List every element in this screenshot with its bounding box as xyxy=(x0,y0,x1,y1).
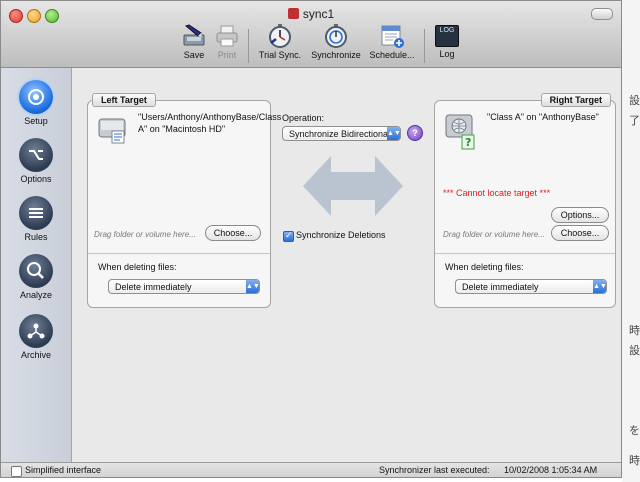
printer-icon xyxy=(216,25,238,47)
desktop-glyph: 時 xyxy=(629,455,640,467)
right-divider xyxy=(435,253,615,254)
main-panel: Left Target "Users/Anthony/AnthonyBase/C… xyxy=(72,68,621,462)
sync-deletions-checkbox[interactable] xyxy=(283,230,294,242)
left-target-path: "Users/Anthony/AnthonyBase/Class A" on "… xyxy=(138,112,282,134)
magnifier-icon xyxy=(19,254,53,288)
right-deleting-label: When deleting files: xyxy=(445,262,524,272)
save-label: Save xyxy=(183,50,205,60)
right-target-tab: Right Target xyxy=(540,93,611,107)
log-label: Log xyxy=(439,49,455,59)
sync-stopwatch-icon xyxy=(325,24,347,48)
hard-drive-icon xyxy=(98,118,126,144)
log-button[interactable]: LOG Log xyxy=(432,23,462,65)
synchronize-button[interactable]: Synchronize xyxy=(307,23,365,65)
log-icon-text: LOG xyxy=(439,27,455,34)
desktop-glyph: を xyxy=(629,425,640,437)
operation-label: Operation: xyxy=(282,113,325,123)
desktop-glyph: 時 xyxy=(629,325,640,337)
bidirectional-arrow-icon xyxy=(303,156,403,216)
operation-select[interactable]: Synchronize Bidirectional ▲▼ xyxy=(282,126,401,141)
print-button[interactable]: Print xyxy=(213,23,241,65)
chevron-updown-icon: ▲▼ xyxy=(387,127,400,140)
left-deleting-label: When deleting files: xyxy=(98,262,177,272)
document-icon xyxy=(287,8,299,19)
trial-sync-label: Trial Sync. xyxy=(258,50,302,60)
desktop-glyph: 設 xyxy=(629,95,640,107)
help-button[interactable]: ? xyxy=(407,125,423,141)
chevron-updown-icon: ▲▼ xyxy=(246,280,259,293)
sidebar-item-label: Analyze xyxy=(19,290,53,300)
rules-icon xyxy=(19,196,53,230)
options-icon xyxy=(19,138,53,172)
sidebar-item-options[interactable]: Options xyxy=(1,138,71,184)
help-icon: ? xyxy=(412,128,418,138)
sidebar-item-label: Options xyxy=(20,174,52,184)
toolbar: sync1 Save Print Trial Sync. Synchronize… xyxy=(1,1,621,68)
toolbar-separator xyxy=(248,29,249,63)
sync-deletions-label: Synchronize Deletions xyxy=(296,230,386,240)
left-deleting-select[interactable]: Delete immediately ▲▼ xyxy=(108,279,260,294)
toolbar-separator xyxy=(424,29,425,63)
sidebar-item-setup[interactable]: Setup xyxy=(1,80,71,126)
desktop-background: 設 了 時 設 を 時 xyxy=(622,0,640,482)
stopwatch-icon xyxy=(269,24,291,48)
sidebar: Setup Options Rules Analyze Archive xyxy=(1,68,72,462)
schedule-label: Schedule... xyxy=(369,50,415,60)
archive-icon xyxy=(19,314,53,348)
setup-icon xyxy=(19,80,53,114)
operation-value: Synchronize Bidirectional xyxy=(289,129,391,139)
right-target-path: "Class A" on "AnthonyBase" xyxy=(487,112,599,122)
left-drag-hint: Drag folder or volume here... xyxy=(94,230,196,239)
app-window: sync1 Save Print Trial Sync. Synchronize… xyxy=(0,0,622,478)
right-deleting-select[interactable]: Delete immediately ▲▼ xyxy=(455,279,607,294)
desktop-glyph: 設 xyxy=(629,345,640,357)
left-target-panel: Left Target "Users/Anthony/AnthonyBase/C… xyxy=(87,93,282,308)
sidebar-item-label: Setup xyxy=(24,116,48,126)
last-executed-label: Synchronizer last executed: xyxy=(379,465,490,475)
log-icon: LOG xyxy=(435,25,459,47)
network-volume-icon: ? xyxy=(445,114,475,150)
svg-text:?: ? xyxy=(465,136,471,149)
sidebar-item-archive[interactable]: Archive xyxy=(1,314,71,360)
save-icon xyxy=(183,24,205,46)
desktop-glyph: 了 xyxy=(629,115,640,127)
options-button[interactable]: Options... xyxy=(551,207,609,223)
sidebar-item-label: Archive xyxy=(20,350,51,360)
chevron-updown-icon: ▲▼ xyxy=(593,280,606,293)
window-title: sync1 xyxy=(1,7,621,21)
last-executed-value: 10/02/2008 1:05:34 AM xyxy=(504,465,598,475)
left-choose-button[interactable]: Choose... xyxy=(205,225,261,241)
right-target-error: *** Cannot locate target *** xyxy=(443,188,551,198)
right-choose-button[interactable]: Choose... xyxy=(551,225,609,241)
trial-sync-button[interactable]: Trial Sync. xyxy=(256,23,304,65)
toolbar-toggle-button[interactable] xyxy=(591,8,613,20)
calendar-icon xyxy=(381,25,404,48)
sidebar-item-label: Rules xyxy=(24,232,48,242)
status-bar: Simplified interface Synchronizer last e… xyxy=(1,462,621,477)
left-deleting-value: Delete immediately xyxy=(115,282,192,292)
left-divider xyxy=(88,253,270,254)
print-label: Print xyxy=(217,50,237,60)
save-button[interactable]: Save xyxy=(179,23,209,65)
synchronize-label: Synchronize xyxy=(311,50,361,60)
right-deleting-value: Delete immediately xyxy=(462,282,539,292)
window-title-text: sync1 xyxy=(302,7,335,21)
right-drag-hint: Drag folder or volume here... xyxy=(443,230,545,239)
sidebar-item-analyze[interactable]: Analyze xyxy=(1,254,71,300)
simplified-interface-label: Simplified interface xyxy=(25,465,102,475)
left-target-tab: Left Target xyxy=(92,93,156,107)
sidebar-item-rules[interactable]: Rules xyxy=(1,196,71,242)
schedule-button[interactable]: Schedule... xyxy=(367,23,417,65)
simplified-interface-checkbox[interactable] xyxy=(11,466,22,477)
right-target-panel: Right Target ? "Class A" on "AnthonyBase… xyxy=(434,93,616,308)
